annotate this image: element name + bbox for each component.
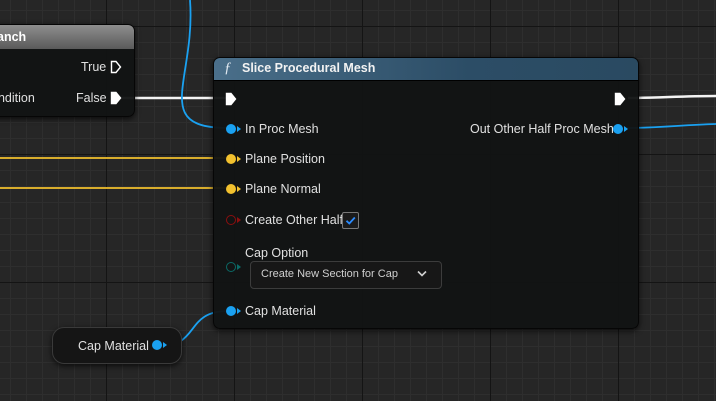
exec-in-pin-icon[interactable] [225, 92, 237, 106]
out-other-half-arrow-icon [624, 126, 628, 132]
out-other-half-pin[interactable] [613, 124, 623, 134]
plane-normal-arrow-icon [237, 186, 241, 192]
slice-node-header: ƒ Slice Procedural Mesh [214, 58, 638, 81]
cap-material-variable-pin[interactable] [152, 340, 162, 350]
function-icon: ƒ [224, 60, 232, 76]
branch-true-label: True [81, 60, 107, 74]
checkmark-icon [345, 216, 356, 225]
slice-node-title: Slice Procedural Mesh [242, 61, 376, 75]
branch-node-title: anch [0, 25, 134, 49]
cap-material-variable-label: Cap Material [78, 339, 149, 353]
cap-option-dropdown[interactable]: Create New Section for Cap [250, 261, 442, 289]
slice-procedural-mesh-node[interactable]: ƒ Slice Procedural Mesh In Proc Mesh Out… [213, 57, 639, 329]
create-other-half-pin[interactable] [226, 215, 236, 225]
cap-material-pin[interactable] [226, 306, 236, 316]
cap-option-label: Cap Option [245, 246, 309, 260]
plane-normal-pin[interactable] [226, 184, 236, 194]
chevron-down-icon [417, 270, 427, 277]
exec-out-pin-icon[interactable] [614, 92, 626, 106]
plane-position-arrow-icon [237, 156, 241, 162]
exec-pin-true-icon[interactable] [110, 60, 122, 74]
create-other-half-label: Create Other Half [245, 213, 343, 227]
plane-position-label: Plane Position [245, 152, 325, 166]
branch-condition-label: ondition [0, 91, 35, 105]
cap-material-label: Cap Material [245, 304, 316, 318]
in-proc-mesh-pin[interactable] [226, 124, 236, 134]
out-other-half-label: Out Other Half Proc Mesh [470, 122, 614, 136]
cap-material-variable-node[interactable]: Cap Material [52, 327, 182, 364]
exec-wire-slice-out [627, 94, 716, 100]
cap-option-value: Create New Section for Cap [261, 268, 398, 280]
cap-material-variable-arrow-icon [163, 342, 167, 348]
create-other-half-checkbox[interactable] [342, 212, 359, 229]
branch-false-label: False [76, 91, 107, 105]
exec-pin-false-icon[interactable] [110, 91, 122, 105]
cap-option-pin[interactable] [226, 262, 236, 272]
plane-normal-label: Plane Normal [245, 182, 321, 196]
in-proc-mesh-arrow-icon [237, 126, 241, 132]
branch-node[interactable]: anch True ondition False [0, 24, 135, 117]
cap-option-arrow-icon [237, 264, 241, 270]
plane-position-pin[interactable] [226, 154, 236, 164]
cap-material-arrow-icon [237, 308, 241, 314]
in-proc-mesh-label: In Proc Mesh [245, 122, 319, 136]
create-other-half-arrow-icon [237, 217, 241, 223]
